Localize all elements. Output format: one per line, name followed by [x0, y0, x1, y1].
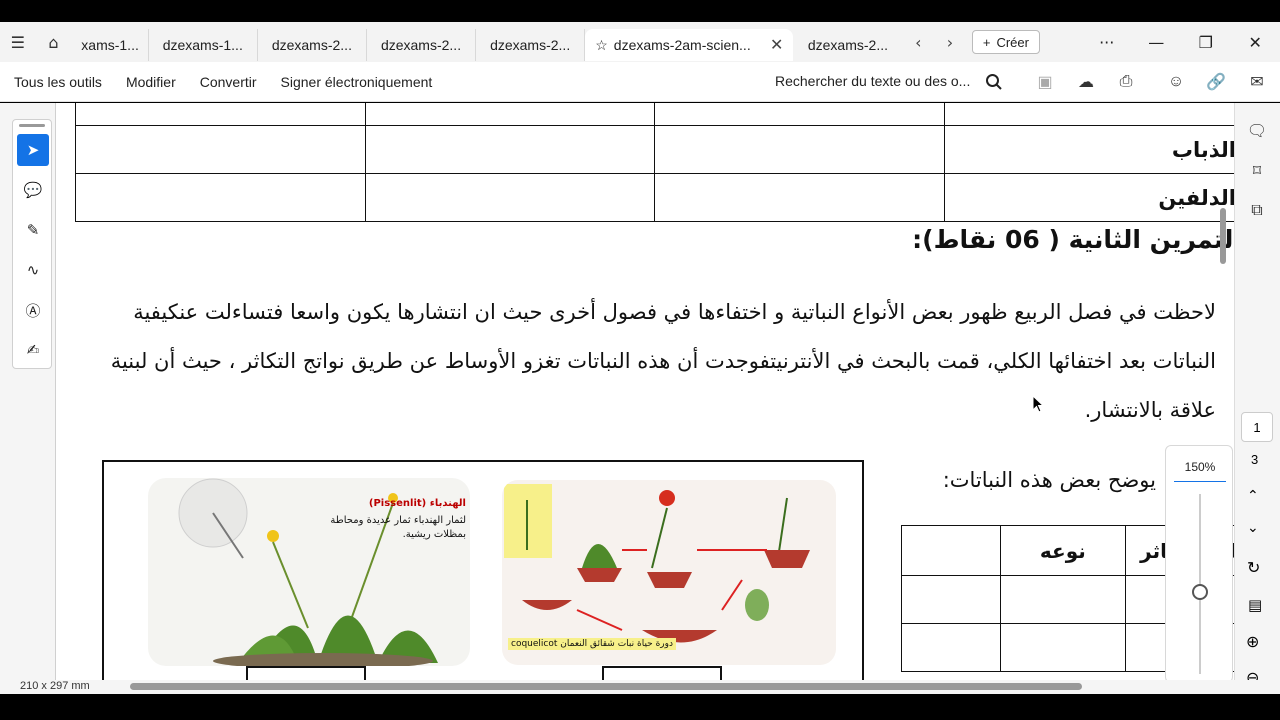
- table-header: نوعه: [999, 525, 1126, 576]
- zoom-slider-handle[interactable]: [1192, 584, 1208, 600]
- left-tool-panel: ➤ 💬 ✎ ∿ Ⓐ ✍: [0, 103, 56, 680]
- sign-pen-icon[interactable]: ✍: [17, 334, 49, 366]
- mail-icon[interactable]: ✉: [1245, 70, 1269, 94]
- text-recognition-icon[interactable]: Ⓐ: [17, 294, 49, 326]
- highlight-pen-icon[interactable]: ✎: [17, 214, 49, 246]
- convert-menu[interactable]: Convertir: [200, 74, 257, 90]
- tab-label: dzexams-2...: [380, 37, 462, 53]
- create-button[interactable]: + Créer: [971, 30, 1040, 54]
- bookmark-icon[interactable]: ⌑: [1244, 157, 1270, 183]
- link-icon[interactable]: 🔗: [1204, 70, 1228, 94]
- acrobat-toolbar: Tous les outils Modifier Convertir Signe…: [0, 62, 1280, 102]
- tab-label: xams-1...: [81, 37, 139, 53]
- horizontal-scrollbar[interactable]: [130, 683, 1082, 690]
- total-pages: 3: [1251, 452, 1259, 467]
- tab-label: dzexams-2...: [490, 37, 571, 53]
- zoom-panel: 150%: [1165, 445, 1233, 683]
- copy-pages-icon[interactable]: ⧉: [1244, 197, 1270, 223]
- sign-menu[interactable]: Signer électroniquement: [281, 74, 433, 90]
- poppy-lifecycle-image: دورة حياة نبات شقائق النعمان coquelicot: [502, 480, 836, 665]
- image-title: الهندباء (Pissenlit): [368, 498, 466, 509]
- current-page-field[interactable]: 1: [1241, 412, 1273, 442]
- tab-label: dzexams-2...: [807, 37, 888, 53]
- home-icon[interactable]: ⌂: [36, 22, 72, 62]
- plus-icon: +: [982, 34, 991, 50]
- rotate-icon[interactable]: ↻: [1247, 558, 1260, 577]
- zoom-level[interactable]: 150%: [1166, 460, 1234, 474]
- browser-tab[interactable]: xams-1...: [71, 29, 149, 61]
- paragraph-line: علاقة بالانتشار.: [1084, 398, 1216, 422]
- print-icon[interactable]: ⎙: [1114, 70, 1138, 94]
- chevron-up-icon[interactable]: ⌃: [1247, 488, 1259, 504]
- vertical-scrollbar[interactable]: [1220, 208, 1226, 264]
- image-caption: دورة حياة نبات شقائق النعمان coquelicot: [508, 638, 676, 650]
- select-cursor-icon[interactable]: ➤: [17, 134, 49, 166]
- zoom-in-icon[interactable]: ⊕: [1246, 632, 1259, 651]
- browser-tab-bar: ☰ ⌂ xams-1... dzexams-1... dzexams-2... …: [0, 22, 1280, 62]
- image-text: لثمار الهندباء ثمار عديدة ومحاطة بمظلات …: [330, 515, 466, 540]
- chevron-right-icon[interactable]: ›: [934, 33, 966, 52]
- tab-label: dzexams-1...: [162, 37, 243, 53]
- star-icon[interactable]: ☆: [595, 37, 608, 54]
- browser-tab[interactable]: dzexams-2...: [476, 29, 586, 61]
- top-black-bar: [0, 0, 1280, 22]
- paragraph-line: النباتات بعد اختفائها الكلي، قمت بالبحث …: [110, 349, 1216, 373]
- tool-palette: ➤ 💬 ✎ ∿ Ⓐ ✍: [12, 119, 52, 369]
- right-side-panel: 🗨 ⌑ ⧉: [1234, 103, 1280, 680]
- comment-panel-icon[interactable]: 🗨: [1244, 117, 1270, 143]
- search-icon[interactable]: [982, 70, 1006, 94]
- answer-box: [246, 666, 366, 680]
- status-bar: 210 x 297 mm: [0, 680, 1280, 694]
- add-comment-icon[interactable]: 💬: [17, 174, 49, 206]
- upload-cloud-icon[interactable]: ☁: [1074, 70, 1098, 94]
- bottom-black-bar: [0, 694, 1280, 720]
- paragraph-line: لاحظت في فصل الربيع ظهور بعض الأنواع الن…: [133, 300, 1216, 324]
- close-tab-icon[interactable]: ✕: [770, 35, 783, 55]
- tab-label: dzexams-2am-scien...: [613, 37, 751, 53]
- species-table: الذباب الدلفين: [75, 103, 1234, 222]
- search-input[interactable]: Rechercher du texte ou des o...: [775, 73, 970, 89]
- restore-icon[interactable]: ❐: [1181, 33, 1231, 52]
- section-title: التمرين الثانية ( 06 نقاط):: [912, 225, 1234, 254]
- chevron-left-icon[interactable]: ‹: [902, 33, 934, 52]
- table-row-label: الذباب: [944, 125, 1234, 174]
- menu-icon[interactable]: ☰: [0, 22, 36, 62]
- all-tools-menu[interactable]: Tous les outils: [14, 74, 102, 90]
- create-label: Créer: [996, 34, 1029, 50]
- answer-box: [602, 666, 722, 680]
- minimize-icon[interactable]: —: [1131, 33, 1181, 52]
- edit-menu[interactable]: Modifier: [126, 74, 176, 90]
- more-icon[interactable]: ···: [1082, 33, 1132, 52]
- figure-caption: يوضح بعض هذه النباتات:: [942, 468, 1156, 492]
- share-user-icon[interactable]: ☺: [1164, 70, 1188, 94]
- palette-handle[interactable]: [19, 124, 45, 127]
- close-window-icon[interactable]: ✕: [1231, 33, 1280, 52]
- pdf-document-view: الذباب الدلفين التمرين الثانية ( 06 نقاط…: [56, 103, 1234, 680]
- tab-label: dzexams-2...: [271, 37, 352, 53]
- save-icon[interactable]: ▣: [1033, 70, 1057, 94]
- table-row-label: الدلفين: [944, 173, 1234, 222]
- browser-tab[interactable]: dzexams-2...: [793, 29, 902, 61]
- page-size-label: 210 x 297 mm: [20, 680, 90, 692]
- browser-tab[interactable]: dzexams-2...: [367, 29, 477, 61]
- dandelion-image: الهندباء (Pissenlit) لثمار الهندباء ثمار…: [148, 478, 470, 666]
- browser-tab-active[interactable]: ☆ dzexams-2am-scien... ✕: [585, 29, 794, 61]
- browser-tab[interactable]: dzexams-2...: [258, 29, 367, 61]
- zoom-divider: [1174, 481, 1226, 482]
- draw-freehand-icon[interactable]: ∿: [17, 254, 49, 286]
- browser-tab[interactable]: dzexams-1...: [149, 29, 258, 61]
- fit-page-icon[interactable]: ▤: [1248, 596, 1262, 614]
- chevron-down-icon[interactable]: ⌄: [1247, 520, 1259, 536]
- figure-frame: الهندباء (Pissenlit) لثمار الهندباء ثمار…: [102, 460, 864, 680]
- mouse-cursor-icon: [1032, 394, 1045, 417]
